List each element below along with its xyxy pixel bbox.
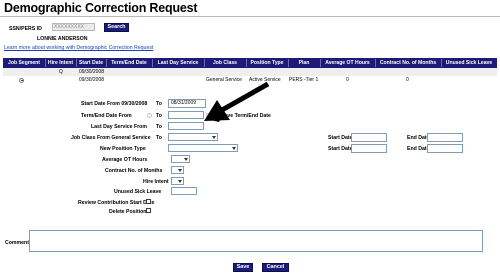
cell-contract-months: 0 [406,77,409,83]
term-end-from-label: Term/End Date From [81,113,132,119]
average-ot-label: Average OT Hours [102,157,148,163]
job-class-to-label: To [156,135,162,141]
hire-intent-label: Hire Intent [143,179,169,185]
job-class-start-date-input[interactable] [351,133,387,142]
new-position-type-select[interactable] [168,144,238,152]
last-day-from-label: Last Day Service From [91,124,147,130]
chevron-down-icon [231,145,237,151]
col-job-class: Job Class [212,60,238,66]
start-date-to-label: To [156,101,162,107]
hire-intent-select[interactable] [171,177,184,185]
col-unused-sick-leave: Unused Sick Leave [445,60,493,66]
comments-textarea[interactable] [29,230,483,252]
learn-more-link[interactable]: Learn more about working with Demographi… [4,45,153,51]
unused-sick-input[interactable] [171,187,197,195]
page-title: Demographic Correction Request [4,1,198,15]
contract-months-label: Contract No. of Months [105,168,163,174]
col-job-segment: Job Segment [8,60,40,66]
last-day-to-label: To [156,124,162,130]
last-day-to-input[interactable] [168,122,204,130]
col-contract-months: Contract No. of Months [379,60,437,66]
col-term-end-date: Term/End Date [111,60,147,66]
delete-position-checkbox[interactable] [146,208,151,213]
chevron-down-icon [177,167,183,173]
new-position-type-label: New Position Type [100,146,146,152]
chevron-down-icon [211,134,217,140]
term-end-to-input[interactable] [168,111,204,119]
cell-start-date: 09/30/2008 [79,69,105,75]
average-ot-select[interactable] [171,155,190,163]
job-class-select[interactable] [168,133,218,141]
unused-sick-label: Unused Sick Leave [114,189,162,195]
review-contribution-label: Review Contribution Start Date [78,200,155,206]
review-contribution-checkbox[interactable] [146,199,151,204]
cell-plan: PERS -Tier 1 [289,77,319,83]
position-start-date-input[interactable] [351,144,387,153]
chevron-down-icon [183,156,189,162]
cell-average-ot: 0 [346,77,349,83]
position-start-date-label: Start Date [328,146,353,152]
cell-start-date: 09/30/2008 [79,77,105,83]
job-class-end-date-input[interactable] [427,133,463,142]
term-end-to-label: To [156,113,162,119]
col-last-day-service: Last Day Service [157,60,199,66]
search-button[interactable]: Search [104,23,129,32]
col-position-type: Position Type [250,60,284,66]
cancel-button[interactable]: Cancel [262,263,289,272]
position-end-date-input[interactable] [427,144,463,153]
title-divider [0,16,500,17]
save-button[interactable]: Save [233,263,253,272]
cell-hire-intent: Q [59,69,63,75]
job-class-from-label: Job Class From General Service [71,135,151,141]
col-hire-intent: Hire Intent [47,60,74,66]
col-start-date: Start Date [78,60,104,66]
comments-label: Comments [5,240,32,246]
chevron-down-icon [177,178,183,184]
col-plan: Plan [298,60,310,66]
ssn-label: SSN/PERS ID [9,26,42,32]
segments-table-header: Job Segment Hire Intent Start Date Term/… [3,58,497,68]
delete-position-label: Delete Position [109,209,147,215]
start-date-from-label: Start Date From 09/30/2008 [81,101,148,107]
col-average-ot-hours: Average OT Hours [325,60,370,66]
job-class-start-date-label: Start Date [328,135,353,141]
employee-name: LONNIE ANDERSON [37,36,88,42]
annotation-arrow-icon [204,82,270,122]
term-end-radio[interactable] [147,113,152,118]
table-row[interactable]: Q 09/30/2008 [3,68,497,76]
segment-select-radio[interactable] [19,77,24,83]
contract-months-select[interactable] [171,166,184,174]
ssn-input[interactable]: XXXXXXXXX [52,23,95,31]
